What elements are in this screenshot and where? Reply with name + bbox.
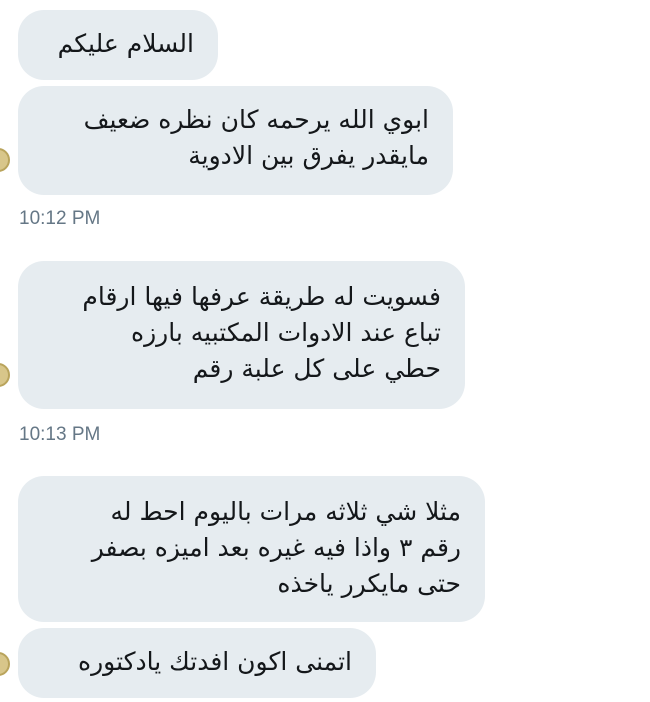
message-text: اتمنى اكون افدتك يادكتوره [78,647,352,676]
message-bubble[interactable]: ابوي الله يرحمه كان نظره ضعيف مايقدر يفر… [18,86,453,195]
sender-avatar[interactable] [0,652,10,676]
message-text: ابوي الله يرحمه كان نظره ضعيف [83,105,429,134]
message-text: حطي على كل علبة رقم [192,354,441,383]
message-bubble[interactable]: اتمنى اكون افدتك يادكتوره [18,628,376,698]
message-text: رقم ٣ واذا فيه غيره بعد اميزه بصفر [91,533,461,562]
message-text: السلام عليكم [57,29,194,58]
message-text: حتى مايكرر ياخذه [277,569,461,598]
message-bubble[interactable]: مثلا شي ثلاثه مرات باليوم احط له رقم ٣ و… [18,476,485,622]
message-text: تباع عند الادوات المكتبيه بارزه [131,318,441,347]
message-bubble[interactable]: فسويت له طريقة عرفها فيها ارقام تباع عند… [18,261,465,409]
message-text: مايقدر يفرق بين الادوية [188,141,429,170]
message-bubble[interactable]: السلام عليكم [18,10,218,80]
sender-avatar[interactable] [0,148,10,172]
sender-avatar[interactable] [0,363,10,387]
message-text: فسويت له طريقة عرفها فيها ارقام [82,282,441,311]
message-timestamp: 10:12 PM [19,208,101,229]
message-timestamp: 10:13 PM [19,424,101,445]
message-text: مثلا شي ثلاثه مرات باليوم احط له [110,497,461,526]
